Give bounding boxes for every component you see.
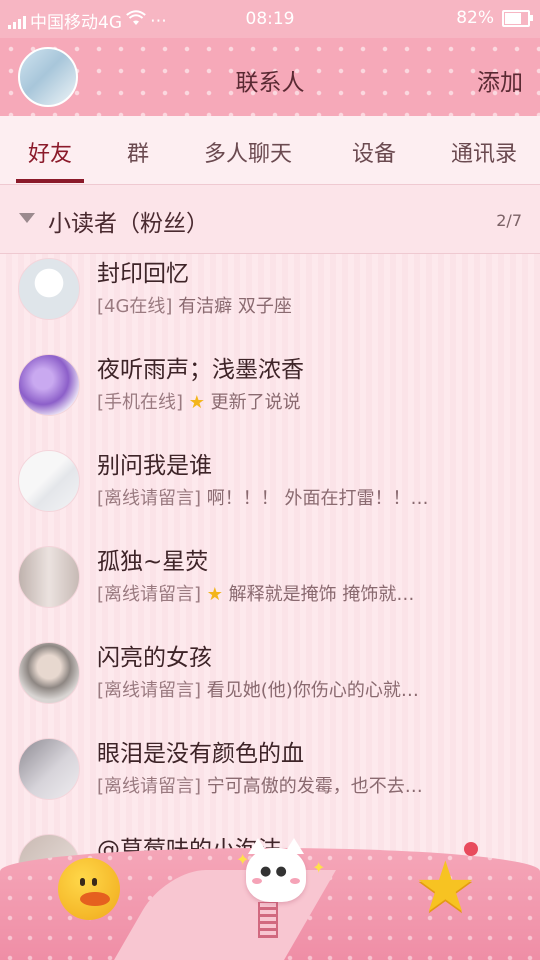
contact-name: 眼泪是没有颜色的血 (97, 741, 304, 767)
page-title: 联系人 (235, 70, 305, 96)
group-header[interactable]: 小读者（粉丝） 2/7 (0, 185, 540, 254)
contact-row[interactable]: 别问我是谁 [离线请留言] 啊！！！ 外面在打雷！！… (0, 432, 540, 529)
status-text: 更新了说说 (210, 392, 301, 413)
star-icon[interactable]: ★ (414, 852, 477, 922)
contact-name: 孤独~星荧 (97, 549, 209, 575)
group-count: 2/7 (496, 211, 522, 230)
caret-down-icon (19, 213, 35, 223)
status-tag: [4G在线] (97, 296, 173, 317)
contact-status: [离线请留言] 宁可高傲的发霉，也不去… (97, 772, 423, 798)
status-tag: [离线请留言] (97, 488, 202, 509)
spring-decoration (258, 902, 278, 938)
contact-row[interactable]: 孤独~星荧 [离线请留言] ★ 解释就是掩饰 掩饰就… (0, 528, 540, 625)
status-tag: [离线请留言] (97, 680, 202, 701)
contact-avatar (18, 642, 80, 704)
status-tag: [离线请留言] (97, 584, 202, 605)
header: 联系人 添加 (0, 38, 540, 116)
contact-row[interactable]: 封印回忆 [4G在线] 有洁癖 双子座 (0, 254, 540, 337)
tab-friends[interactable]: 好友 (28, 136, 72, 168)
contact-status: [离线请留言] 啊！！！ 外面在打雷！！… (97, 484, 429, 510)
group-name: 小读者（粉丝） (48, 211, 209, 237)
sparkle-icon: ✦ (236, 850, 250, 869)
tab-devices[interactable]: 设备 (352, 136, 396, 168)
status-tag: [手机在线] (97, 392, 184, 413)
status-text: 啊！！！ 外面在打雷！！… (206, 488, 429, 509)
contact-row[interactable]: 眼泪是没有颜色的血 [离线请留言] 宁可高傲的发霉，也不去… (0, 720, 540, 817)
contact-status: [手机在线] ★ 更新了说说 (97, 388, 301, 414)
add-button[interactable]: 添加 (477, 63, 523, 97)
contact-name: 封印回忆 (97, 261, 189, 287)
contact-status: [离线请留言] ★ 解释就是掩饰 掩饰就… (97, 580, 414, 606)
contact-status: [离线请留言] 看见她(他)你伤心的心就… (97, 676, 419, 702)
contact-name: 别问我是谁 (97, 453, 212, 479)
battery-icon (502, 9, 533, 27)
tab-multichat[interactable]: 多人聊天 (204, 136, 292, 168)
contact-name: 闪亮的女孩 (97, 645, 212, 671)
contact-name: 夜听雨声；浅墨浓香 (97, 357, 304, 383)
status-tag: [离线请留言] (97, 776, 202, 797)
tab-groups[interactable]: 群 (127, 136, 149, 168)
status-bar: 中国移动4G ⋯ 08:19 82% (0, 0, 540, 38)
contact-avatar (18, 354, 80, 416)
contact-avatar (18, 258, 80, 320)
status-text: 看见她(他)你伤心的心就… (206, 680, 419, 701)
battery-percent: 82% (456, 8, 494, 28)
cat-spring-icon[interactable]: ● ● (246, 838, 306, 902)
contact-avatar (18, 450, 80, 512)
status-text: 有洁癖 双子座 (178, 296, 292, 317)
status-text: 宁可高傲的发霉，也不去… (206, 776, 423, 797)
contact-row[interactable]: 闪亮的女孩 [离线请留言] 看见她(他)你伤心的心就… (0, 624, 540, 721)
sparkle-icon: ✦ (312, 858, 326, 877)
contact-avatar (18, 546, 80, 608)
status-text: 解释就是掩饰 掩饰就… (228, 584, 415, 605)
star-icon: ★ (206, 584, 223, 605)
star-icon: ★ (188, 392, 205, 413)
status-right: 82% (456, 8, 533, 28)
duck-icon[interactable] (58, 858, 120, 920)
tab-addressbook[interactable]: 通讯录 (451, 136, 517, 168)
active-tab-indicator (16, 179, 84, 183)
tab-bar: 好友 群 多人聊天 设备 通讯录 (0, 116, 540, 185)
contact-row[interactable]: 夜听雨声；浅墨浓香 [手机在线] ★ 更新了说说 (0, 336, 540, 433)
contact-status: [4G在线] 有洁癖 双子座 (97, 292, 292, 318)
contact-avatar (18, 738, 80, 800)
